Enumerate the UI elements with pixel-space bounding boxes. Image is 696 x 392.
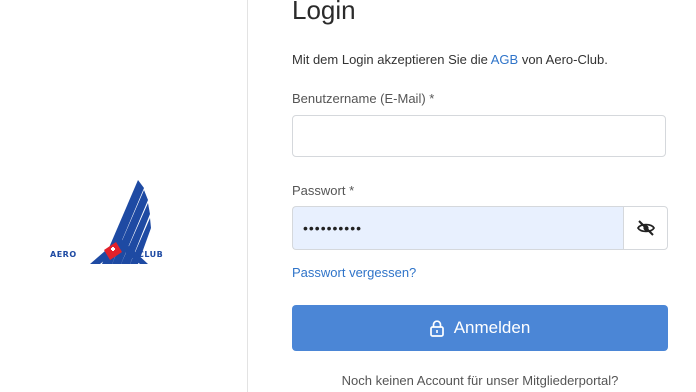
password-group	[292, 206, 668, 250]
login-button[interactable]: Anmelden	[292, 305, 668, 351]
terms-prefix: Mit dem Login akzeptieren Sie die	[292, 52, 491, 67]
lock-icon	[429, 319, 444, 337]
username-field[interactable]	[292, 115, 666, 157]
logo-text-club: CLUB	[138, 250, 164, 259]
terms-link[interactable]: AGB	[491, 52, 518, 67]
terms-notice: Mit dem Login akzeptieren Sie die AGB vo…	[292, 52, 608, 68]
password-label: Passwort *	[292, 183, 355, 198]
eye-slash-icon	[636, 220, 655, 236]
brand-panel: AERO CLUB	[0, 0, 247, 392]
username-label: Benutzername (E-Mail) *	[292, 91, 435, 106]
forgot-password-link[interactable]: Passwort vergessen?	[292, 265, 416, 280]
password-field[interactable]	[292, 206, 623, 250]
password-visibility-toggle[interactable]	[623, 206, 668, 250]
page-title: Login	[292, 0, 356, 25]
login-button-label: Anmelden	[453, 318, 531, 337]
signup-prompt: Noch keinen Account für unser Mitglieder…	[341, 373, 619, 388]
panel-divider	[247, 0, 248, 392]
aero-club-logo: AERO CLUB	[50, 178, 175, 268]
terms-suffix: von Aero-Club.	[518, 52, 608, 67]
